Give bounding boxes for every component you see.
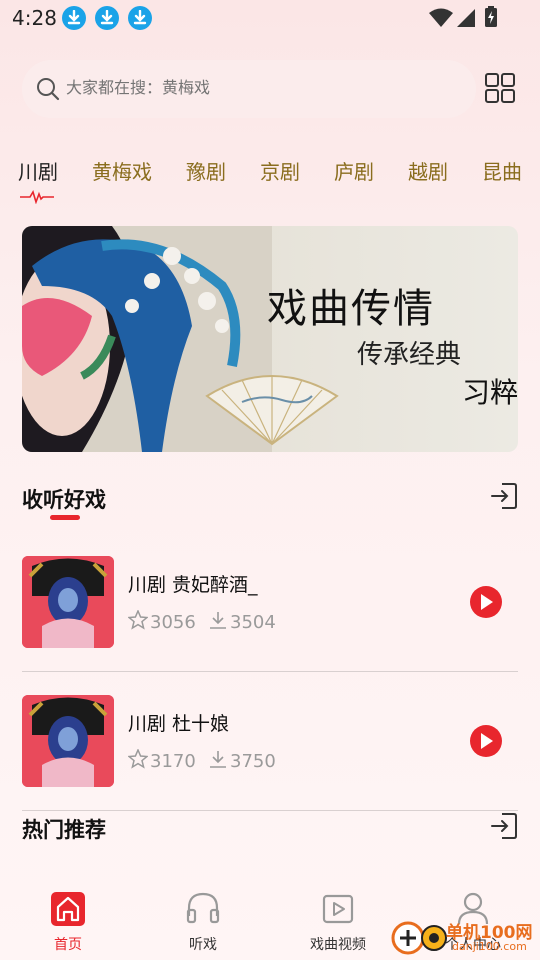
download-count: 3504	[208, 610, 276, 633]
favorite-count: 3056	[127, 609, 196, 633]
more-listen-icon[interactable]	[490, 482, 518, 510]
star-icon	[127, 748, 149, 769]
item-thumbnail	[22, 695, 114, 787]
tab-luju[interactable]: 庐剧	[334, 156, 374, 185]
nav-video[interactable]: 戏曲视频	[283, 880, 393, 960]
battery-icon	[485, 6, 497, 27]
play-button[interactable]	[470, 725, 502, 757]
download-outline-icon	[210, 751, 226, 768]
favorite-count: 3170	[127, 748, 196, 772]
item-title: 川剧 贵妃醉酒_	[128, 574, 258, 596]
watermark-logo-icon	[391, 921, 447, 955]
download-icon	[62, 6, 86, 30]
more-hot-icon[interactable]	[490, 812, 518, 840]
download-icon	[128, 6, 152, 30]
download-icon	[95, 6, 119, 30]
signal-icon	[457, 9, 475, 27]
status-time: 4:28	[12, 6, 57, 30]
fan-image	[205, 375, 339, 446]
item-thumbnail	[22, 556, 114, 648]
opera-type-tabs: 川剧 黄梅戏 豫剧 京剧 庐剧 越剧 昆曲	[0, 152, 540, 202]
tab-huangmeixi[interactable]: 黄梅戏	[92, 156, 152, 185]
watermark: 单机100网 danji100.com	[390, 916, 540, 960]
tab-yuju[interactable]: 豫剧	[186, 156, 226, 185]
section-underline	[50, 515, 80, 520]
banner-title: 戏曲传情	[267, 286, 435, 332]
search-input[interactable]	[66, 78, 446, 97]
tab-chuanju[interactable]: 川剧	[18, 156, 58, 185]
nav-listen[interactable]: 听戏	[148, 880, 258, 960]
star-icon	[127, 609, 149, 630]
banner-signature: 习粹	[462, 376, 518, 409]
tab-yueju[interactable]: 越剧	[408, 156, 448, 185]
status-bar: 4:28	[0, 0, 540, 40]
category-grid-icon[interactable]	[484, 72, 516, 104]
banner-subtitle: 传承经典	[357, 340, 462, 370]
section-title-listen: 收听好戏	[22, 488, 106, 512]
divider	[22, 810, 518, 811]
divider	[22, 671, 518, 672]
tab-kunqu[interactable]: 昆曲	[482, 156, 522, 185]
search-bar[interactable]	[22, 60, 476, 118]
banner[interactable]: 戏曲传情 传承经典 习粹	[22, 226, 518, 452]
list-item[interactable]: 川剧 杜十娘 3170 3750	[22, 695, 518, 795]
item-title: 川剧 杜十娘	[128, 713, 230, 735]
section-title-hot: 热门推荐	[22, 818, 106, 842]
download-outline-icon	[210, 612, 226, 629]
active-tab-indicator	[20, 190, 54, 204]
nav-home[interactable]: 首页	[13, 880, 123, 960]
list-item[interactable]: 川剧 贵妃醉酒_ 3056 3504	[22, 556, 518, 656]
video-icon	[322, 894, 354, 924]
headphones-icon	[186, 892, 220, 924]
search-icon	[37, 78, 60, 101]
play-icon	[481, 733, 493, 749]
tab-jingju[interactable]: 京剧	[260, 156, 300, 185]
download-count: 3750	[208, 749, 276, 772]
play-button[interactable]	[470, 586, 502, 618]
play-icon	[481, 594, 493, 610]
wifi-icon	[429, 8, 453, 27]
home-icon	[51, 892, 85, 926]
